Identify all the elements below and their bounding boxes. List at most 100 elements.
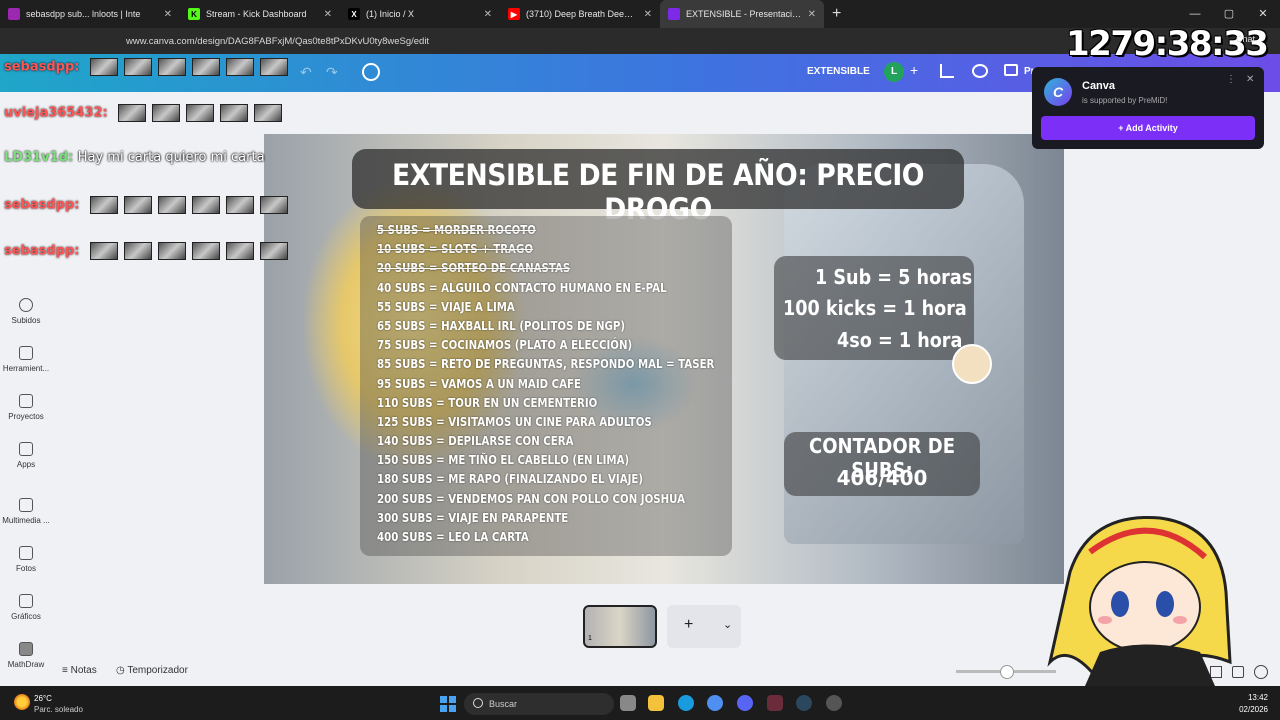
sidebar-item-fotos[interactable]: Fotos: [0, 546, 52, 573]
notes-button[interactable]: ≡ Notas: [62, 665, 97, 676]
youtube-icon: ▶: [508, 8, 520, 20]
present-icon[interactable]: [1004, 64, 1018, 76]
reward-item[interactable]: 140 SUBS = DEPILARSE CON CERA: [377, 432, 714, 451]
close-icon[interactable]: ✕: [644, 9, 652, 20]
obs-icon[interactable]: [826, 695, 842, 711]
sidebar-item-multimedia[interactable]: Multimedia ...: [0, 498, 52, 525]
reward-item[interactable]: 55 SUBS = VIAJE A LIMA: [377, 298, 714, 317]
reward-item[interactable]: 125 SUBS = VISITAMOS UN CINE PARA ADULTO…: [377, 413, 714, 432]
chat-message: LD31v1d: Hay mi carta quiero mi carta: [4, 150, 265, 165]
media-icon: [19, 498, 33, 512]
edge-icon[interactable]: [678, 695, 694, 711]
ccleaner-icon[interactable]: [707, 695, 723, 711]
tab-5[interactable]: EXTENSIBLE - Presentación ✕: [660, 0, 824, 28]
discord-icon[interactable]: [737, 695, 753, 711]
chat-username: sebasdpp:: [4, 243, 80, 259]
chevron-down-icon[interactable]: ⌄: [723, 618, 732, 631]
new-tab-button[interactable]: +: [832, 5, 841, 23]
help-icon[interactable]: [1254, 665, 1268, 679]
reward-item[interactable]: 200 SUBS = VENDEMOS PAN CON POLLO CON JO…: [377, 490, 714, 509]
chat-text: Hay mi carta quiero mi carta: [77, 150, 265, 165]
close-icon[interactable]: ✕: [808, 9, 816, 20]
reward-item[interactable]: 65 SUBS = HAXBALL IRL (POLITOS DE NGP): [377, 317, 714, 336]
apps-icon: [19, 442, 33, 456]
file-explorer-icon[interactable]: [648, 695, 664, 711]
add-collaborator-icon[interactable]: +: [910, 62, 918, 78]
emote-icon: [226, 242, 255, 260]
close-icon[interactable]: ✕: [324, 9, 332, 20]
taskbar-search[interactable]: [464, 693, 614, 715]
sidebar-item-label: Gráficos: [11, 612, 41, 621]
reward-item[interactable]: 300 SUBS = VIAJE EN PARAPENTE: [377, 509, 714, 528]
sidebar-item-herramientas[interactable]: Herramient...: [0, 346, 52, 373]
reward-item[interactable]: 150 SUBS = ME TIÑO EL CABELLO (EN LIMA): [377, 451, 714, 470]
reward-item[interactable]: 110 SUBS = TOUR EN UN CEMENTERIO: [377, 394, 714, 413]
emote-icon: [186, 104, 215, 122]
image-icon: [19, 546, 33, 560]
chart-icon: [19, 594, 33, 608]
rate-sub[interactable]: 1 Sub = 5 horas: [815, 265, 972, 289]
reward-item[interactable]: 75 SUBS = COCINAMOS (PLATO A ELECCIÓN): [377, 336, 714, 355]
steam-icon[interactable]: [796, 695, 812, 711]
counter-value[interactable]: 406/400: [784, 466, 980, 490]
emote-icon: [254, 104, 283, 122]
rate-kicks[interactable]: 100 kicks = 1 hora: [783, 296, 967, 320]
close-icon[interactable]: ✕: [1246, 74, 1254, 85]
rewards-list[interactable]: 5 SUBS = MORDER ROCOTO 10 SUBS = SLOTS + …: [377, 221, 774, 547]
emote-icon: [124, 196, 153, 214]
windows-start-icon[interactable]: [440, 696, 456, 712]
clock-date[interactable]: 02/2026: [1216, 705, 1268, 714]
reward-item[interactable]: 40 SUBS = ALGUILO CONTACTO HUMANO EN E-P…: [377, 279, 714, 298]
sidebar-item-subidos[interactable]: Subidos: [0, 298, 52, 325]
close-icon[interactable]: ✕: [484, 9, 492, 20]
timer-label: Temporizador: [127, 665, 188, 676]
reward-item[interactable]: 95 SUBS = VAMOS A UN MAID CAFE: [377, 375, 714, 394]
more-options-icon[interactable]: ⋮: [1226, 74, 1236, 85]
cloud-save-icon[interactable]: [362, 63, 380, 81]
chat-message: sebasdpp:: [4, 242, 289, 260]
insights-icon[interactable]: [940, 64, 954, 78]
reward-item[interactable]: 180 SUBS = ME RAPO (FINALIZANDO EL VIAJE…: [377, 470, 714, 489]
comment-icon[interactable]: [972, 64, 988, 78]
reward-item[interactable]: 400 SUBS = LEO LA CARTA: [377, 528, 714, 547]
reward-item[interactable]: 85 SUBS = RETO DE PREGUNTAS, RESPONDO MA…: [377, 355, 714, 374]
sidebar-item-mathdraw[interactable]: MathDraw: [0, 642, 52, 669]
clock-time[interactable]: 13:42: [1236, 693, 1268, 702]
emote-icon: [118, 104, 147, 122]
reward-item[interactable]: 20 SUBS = SORTEO DE CANASTAS: [377, 259, 714, 278]
start-tile: [440, 696, 447, 703]
plus-icon[interactable]: +: [684, 616, 693, 634]
sidebar-item-label: Herramient...: [2, 364, 50, 373]
reward-item[interactable]: 10 SUBS = SLOTS + TRAGO: [377, 240, 714, 259]
emote-icon: [90, 58, 119, 76]
add-activity-button[interactable]: + Add Activity: [1041, 116, 1255, 140]
tab-4[interactable]: ▶ (3710) Deep Breath Deep Bre... ✕: [500, 0, 660, 28]
sidebar-item-label: Apps: [16, 460, 36, 469]
zoom-slider-handle[interactable]: [1000, 665, 1014, 679]
weather-icon[interactable]: [14, 694, 30, 710]
tab-3[interactable]: X (1) Inicio / X ✕: [340, 0, 500, 28]
task-view-icon[interactable]: [620, 695, 636, 711]
x-icon: X: [348, 8, 360, 20]
emote-icon: [90, 196, 119, 214]
page-thumbnail[interactable]: [583, 605, 657, 648]
avatar[interactable]: L: [884, 62, 904, 82]
redo-icon[interactable]: ↷: [326, 64, 338, 81]
emote-icon: [260, 242, 289, 260]
sidebar-item-label: Proyectos: [8, 412, 44, 421]
rate-4so[interactable]: 4so = 1 hora: [837, 328, 962, 352]
canva-icon: [668, 8, 680, 20]
stream-timer: 1279:38:33: [1066, 24, 1269, 64]
design-title[interactable]: EXTENSIBLE: [807, 66, 870, 77]
pen-icon: [19, 346, 33, 360]
chat-button[interactable]: Chat: [1236, 34, 1255, 44]
slide-canvas[interactable]: EXTENSIBLE DE FIN DE AÑO: PRECIO DROGO 5…: [264, 134, 1064, 584]
sidebar-item-graficos[interactable]: Gráficos: [0, 594, 52, 621]
reward-item[interactable]: 5 SUBS = MORDER ROCOTO: [377, 221, 714, 240]
app-icon[interactable]: [767, 695, 783, 711]
emote-icon: [158, 196, 187, 214]
stream-chat-overlay: sebasdpp: uvieja365432: LD31v1d: Hay mi …: [4, 0, 324, 280]
sidebar-item-proyectos[interactable]: Proyectos: [0, 394, 52, 421]
timer-button[interactable]: ◷ Temporizador: [116, 665, 188, 676]
sidebar-item-apps[interactable]: Apps: [0, 442, 52, 469]
